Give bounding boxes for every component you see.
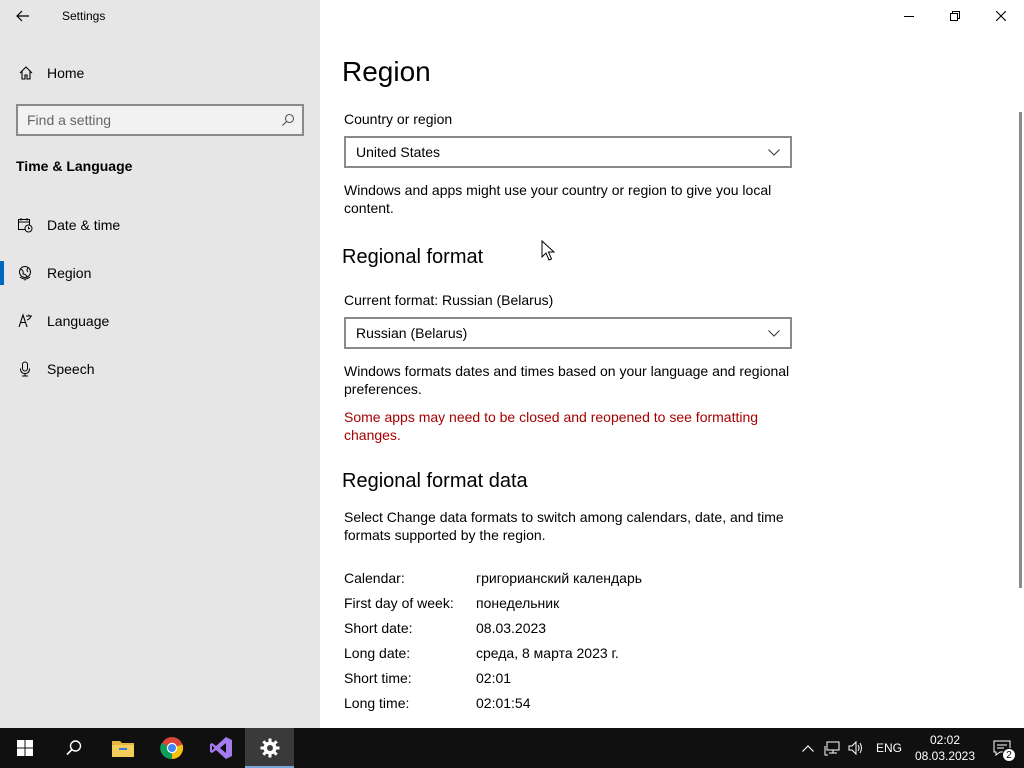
taskbar-clock[interactable]: 02:02 08.03.2023 [910,732,980,764]
search-box[interactable] [16,104,304,136]
chrome-icon [159,737,183,760]
format-data-table: Calendar: григорианский календарь First … [344,565,642,715]
window-controls [886,0,1024,32]
restore-button[interactable] [932,0,978,32]
format-data-row: Short time: 02:01 [344,665,642,690]
main-content: Region Country or region United States W… [320,0,1024,728]
scrollbar[interactable] [1019,112,1022,588]
format-data-key: First day of week: [344,594,454,611]
format-data-value: григорианский календарь [476,569,643,586]
volume-icon [848,740,862,756]
action-center-button[interactable]: 2 [980,728,1024,768]
format-data-row: Long time: 02:01:54 [344,690,642,715]
sidebar-item-label: Date & time [47,217,121,233]
search-input[interactable] [18,112,274,128]
sidebar-nav: Date & time Region Language Speech [0,201,320,393]
close-button[interactable] [978,0,1024,32]
chevron-down-icon [768,148,780,156]
restore-icon [950,11,960,21]
start-icon [16,740,33,756]
chevron-up-icon [802,744,814,752]
visual-studio-button[interactable] [196,728,245,768]
format-data-heading: Regional format data [342,470,528,492]
format-dropdown[interactable]: Russian (Belarus) [344,317,792,349]
format-data-value: понедельник [476,594,560,611]
format-data-row: Short date: 08.03.2023 [344,615,642,640]
system-tray: ENG 02:02 08.03.2023 2 [796,728,1024,768]
home-label: Home [47,65,85,81]
format-data-value: 02:01 [476,669,512,686]
sidebar: Settings Home Time & Language Date & tim… [0,0,320,728]
format-data-row: Long date: среда, 8 марта 2023 г. [344,640,642,665]
section-title: Time & Language [16,158,133,174]
taskbar-search-button[interactable] [49,728,98,768]
volume-button[interactable] [844,728,868,768]
format-data-value: среда, 8 марта 2023 г. [476,644,619,661]
format-data-value: 08.03.2023 [476,619,547,636]
format-warning: Some apps may need to be closed and reop… [344,409,759,443]
sidebar-item-label: Region [47,265,92,281]
chrome-button[interactable] [147,728,196,768]
search-icon[interactable] [274,113,302,127]
clock-time: 02:02 [929,733,961,747]
format-description: Windows formats dates and times based on… [344,363,790,397]
back-arrow-icon [16,10,29,22]
format-value: Russian (Belarus) [356,325,468,341]
globe-icon [15,265,35,281]
regional-format-heading: Regional format [342,246,484,268]
sidebar-item-language[interactable]: Language [0,297,320,345]
settings-gear-icon [260,738,279,758]
visual-studio-icon [209,737,232,759]
country-description: Windows and apps might use your country … [344,182,772,216]
format-data-key: Short date: [344,619,413,636]
app-title: Settings [62,9,106,23]
sidebar-item-speech[interactable]: Speech [0,345,320,393]
file-explorer-button[interactable] [98,728,147,768]
page-title: Region [342,56,431,87]
format-data-value: 02:01:54 [476,694,531,711]
active-indicator [0,261,4,285]
network-icon [824,741,840,756]
mouse-cursor-icon [541,240,555,261]
clock-date: 08.03.2023 [914,749,976,763]
microphone-icon [15,361,35,377]
chevron-down-icon [768,329,780,337]
sidebar-item-region[interactable]: Region [0,249,320,297]
format-data-row: First day of week: понедельник [344,590,642,615]
sidebar-item-label: Language [47,313,110,329]
home-icon [16,65,36,81]
notification-count-badge: 2 [1002,748,1016,762]
input-language-indicator[interactable]: ENG [868,741,910,755]
home-nav-item[interactable]: Home [0,56,320,90]
close-icon [996,11,1006,21]
country-dropdown[interactable]: United States [344,136,792,168]
country-label: Country or region [344,111,453,127]
calendar-clock-icon [15,217,35,233]
format-data-row: Calendar: григорианский календарь [344,565,642,590]
start-button[interactable] [0,728,49,768]
network-button[interactable] [820,728,844,768]
format-data-key: Short time: [344,669,412,686]
format-data-key: Long time: [344,694,410,711]
format-data-description: Select Change data formats to switch amo… [344,509,784,543]
sidebar-item-date-time[interactable]: Date & time [0,201,320,249]
back-button[interactable] [0,0,46,32]
language-icon [15,313,35,329]
settings-taskbar-button[interactable] [245,728,294,768]
country-value: United States [356,144,441,160]
format-data-key: Long date: [344,644,411,661]
file-explorer-icon [111,741,134,757]
search-icon [65,740,81,756]
show-hidden-icons-button[interactable] [796,728,820,768]
minimize-button[interactable] [886,0,932,32]
format-data-key: Calendar: [344,569,405,586]
sidebar-item-label: Speech [47,361,95,377]
minimize-icon [904,16,914,17]
taskbar: ENG 02:02 08.03.2023 2 [0,728,1024,768]
titlebar-left: Settings [0,0,320,32]
current-format-label: Current format: Russian (Belarus) [344,292,554,308]
